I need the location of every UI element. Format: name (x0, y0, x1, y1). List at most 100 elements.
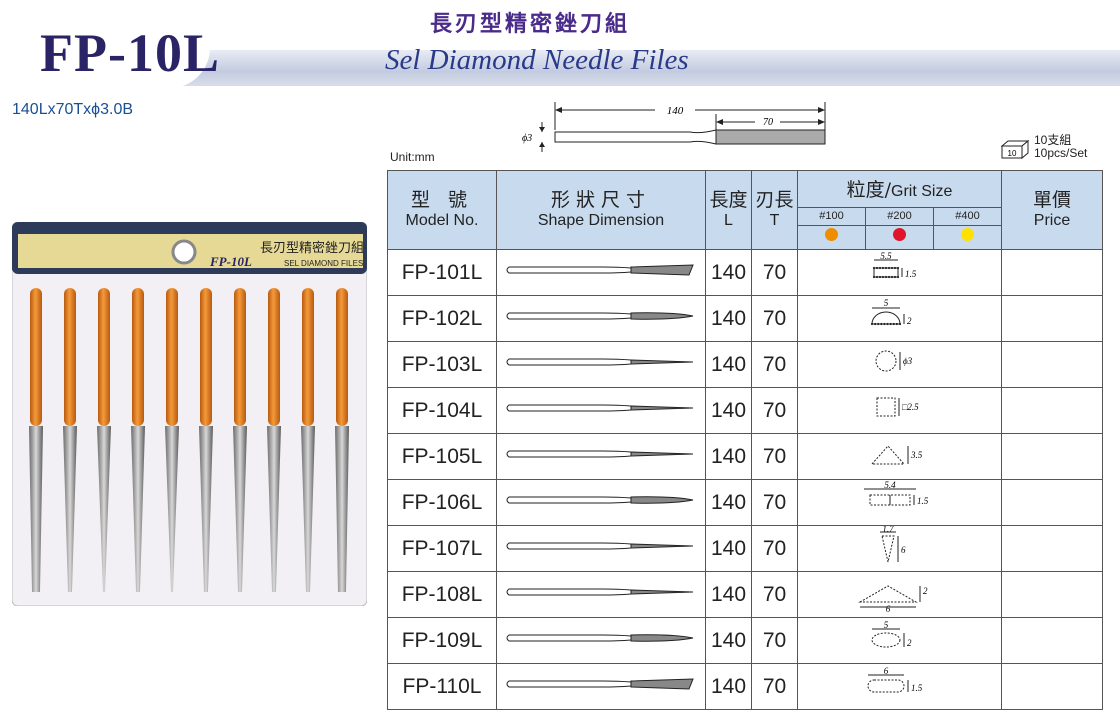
svg-text:6: 6 (901, 545, 906, 555)
product-package-photo: 長刃型精密銼刀組 FP-10L SEL DIAMOND FILES (12, 222, 367, 606)
blade-header-zh: 刃長 (755, 189, 794, 211)
model-cell: FP-101L (387, 249, 497, 296)
table-row: FP-106L 140 70 5.4 1.5 (387, 479, 1103, 526)
table-row: FP-103L 140 70 ϕ3 (387, 341, 1103, 388)
spec-table: 型 號 Model No. 形狀尺寸 Shape Dimension 長度 L … (387, 170, 1103, 710)
blade-length-cell: 70 (751, 663, 798, 710)
length-cell: 140 (705, 525, 752, 572)
price-header-en: Price (1033, 212, 1071, 229)
cross-section-cell: 26 (797, 571, 1002, 618)
svg-text:6: 6 (885, 604, 890, 612)
spec-line: 140Lx70Txϕ3.0B (12, 101, 134, 118)
model-header-zh: 型 號 (410, 189, 474, 211)
price-cell (1001, 571, 1103, 618)
svg-text:5: 5 (883, 620, 888, 630)
file-blade-outline (715, 129, 826, 145)
title-english: Sel Diamond Needle Files (385, 44, 689, 76)
svg-text:□2.5: □2.5 (902, 402, 919, 412)
cross-section-cell: 52 (797, 617, 1002, 664)
price-cell (1001, 295, 1103, 342)
cross-section-cell: 1.7 6 (797, 524, 1002, 572)
col-price-header: 單價 Price (1001, 170, 1103, 250)
table-row: FP-109L 140 70 5 2 (387, 617, 1103, 664)
table-row: FP-102L 140 70 5 2 (387, 295, 1103, 342)
cross-section-cell: 5.4 1.5 (797, 479, 1002, 526)
shape-profile-cell (496, 525, 706, 572)
shape-profile-cell (496, 663, 706, 710)
svg-text:1.5: 1.5 (911, 683, 923, 693)
length-cell: 140 (705, 249, 752, 296)
svg-text:1.7: 1.7 (882, 526, 894, 534)
model-cell: FP-105L (387, 433, 497, 480)
shape-profile-cell (496, 249, 706, 296)
cross-section-cell: ϕ3 (797, 341, 1002, 388)
col-length-header: 長度 L (705, 170, 752, 250)
price-cell (1001, 433, 1103, 480)
package-label-model: FP-10L (209, 254, 252, 269)
shape-profile-cell (496, 387, 706, 434)
length-cell: 140 (705, 663, 752, 710)
model-cell: FP-106L (387, 479, 497, 526)
grit-label-200: #200 (864, 206, 934, 226)
cross-section-cell: 52 (797, 295, 1002, 342)
col-grit-header: 粒度/Grit Size (797, 170, 1002, 208)
shape-profile-cell (496, 295, 706, 342)
grit-dot-red (892, 228, 906, 242)
table-row: FP-101L 140 70 5.5 1.5 (387, 249, 1103, 296)
grit-label-400: #400 (932, 206, 1003, 226)
blade-length-cell: 70 (751, 617, 798, 664)
model-cell: FP-104L (387, 387, 497, 434)
blade-length-label: 70 (763, 117, 773, 128)
price-cell (1001, 249, 1103, 296)
title-chinese: 長刃型精密銼刀組 (430, 11, 631, 37)
model-cell: FP-108L (387, 571, 497, 618)
price-cell (1001, 387, 1103, 434)
cross-section-cell: 6 1.5 (797, 663, 1002, 710)
shape-header-en: Shape Dimension (537, 212, 665, 229)
blade-length-cell: 70 (751, 341, 798, 388)
model-cell: FP-102L (387, 295, 497, 342)
col-model-header: 型 號 Model No. (387, 170, 497, 250)
model-header-en: Model No. (405, 212, 479, 229)
price-cell (1001, 479, 1103, 526)
grit-dot-cell (932, 224, 1003, 251)
diameter-label: ϕ3 (522, 133, 532, 144)
price-cell (1001, 341, 1103, 388)
price-cell (1001, 617, 1103, 664)
blade-length-cell: 70 (751, 387, 798, 434)
blade-header-en: T (769, 212, 780, 229)
shape-profile-cell (496, 341, 706, 388)
shape-profile-cell (496, 479, 706, 526)
total-length-label: 140 (667, 105, 684, 117)
price-header-zh: 單價 (1032, 189, 1071, 211)
blade-length-cell: 70 (751, 479, 798, 526)
box-icon: 10 (1000, 140, 1030, 160)
shape-profile-cell (496, 571, 706, 618)
table-row: FP-104L 140 70 □2.5 (387, 387, 1103, 434)
package-label-zh: 長刃型精密銼刀組 (260, 240, 364, 256)
grit-header-en: Grit Size (891, 183, 953, 201)
length-cell: 140 (705, 571, 752, 618)
blade-length-cell: 70 (751, 249, 798, 296)
shape-profile-cell (496, 433, 706, 480)
grit-dot-cell (797, 224, 866, 251)
svg-text:6: 6 (883, 666, 888, 676)
model-cell: FP-110L (387, 663, 497, 710)
hanging-hole (171, 239, 197, 265)
pack-info: 10支組 10pcs/Set (1034, 134, 1087, 160)
model-cell: FP-109L (387, 617, 497, 664)
svg-text:3.5: 3.5 (910, 450, 923, 460)
length-cell: 140 (705, 341, 752, 388)
grit-dot-cell (864, 224, 934, 251)
svg-text:ϕ3: ϕ3 (903, 356, 913, 366)
svg-text:1.5: 1.5 (917, 496, 929, 506)
blade-length-cell: 70 (751, 433, 798, 480)
svg-text:2: 2 (923, 586, 928, 596)
price-cell (1001, 525, 1103, 572)
blade-length-cell: 70 (751, 295, 798, 342)
table-row: FP-105L 140 70 3.5 (387, 433, 1103, 480)
blade-length-cell: 70 (751, 525, 798, 572)
grit-label-100: #100 (797, 206, 866, 226)
shape-profile-cell (496, 617, 706, 664)
length-header-en: L (724, 212, 733, 229)
